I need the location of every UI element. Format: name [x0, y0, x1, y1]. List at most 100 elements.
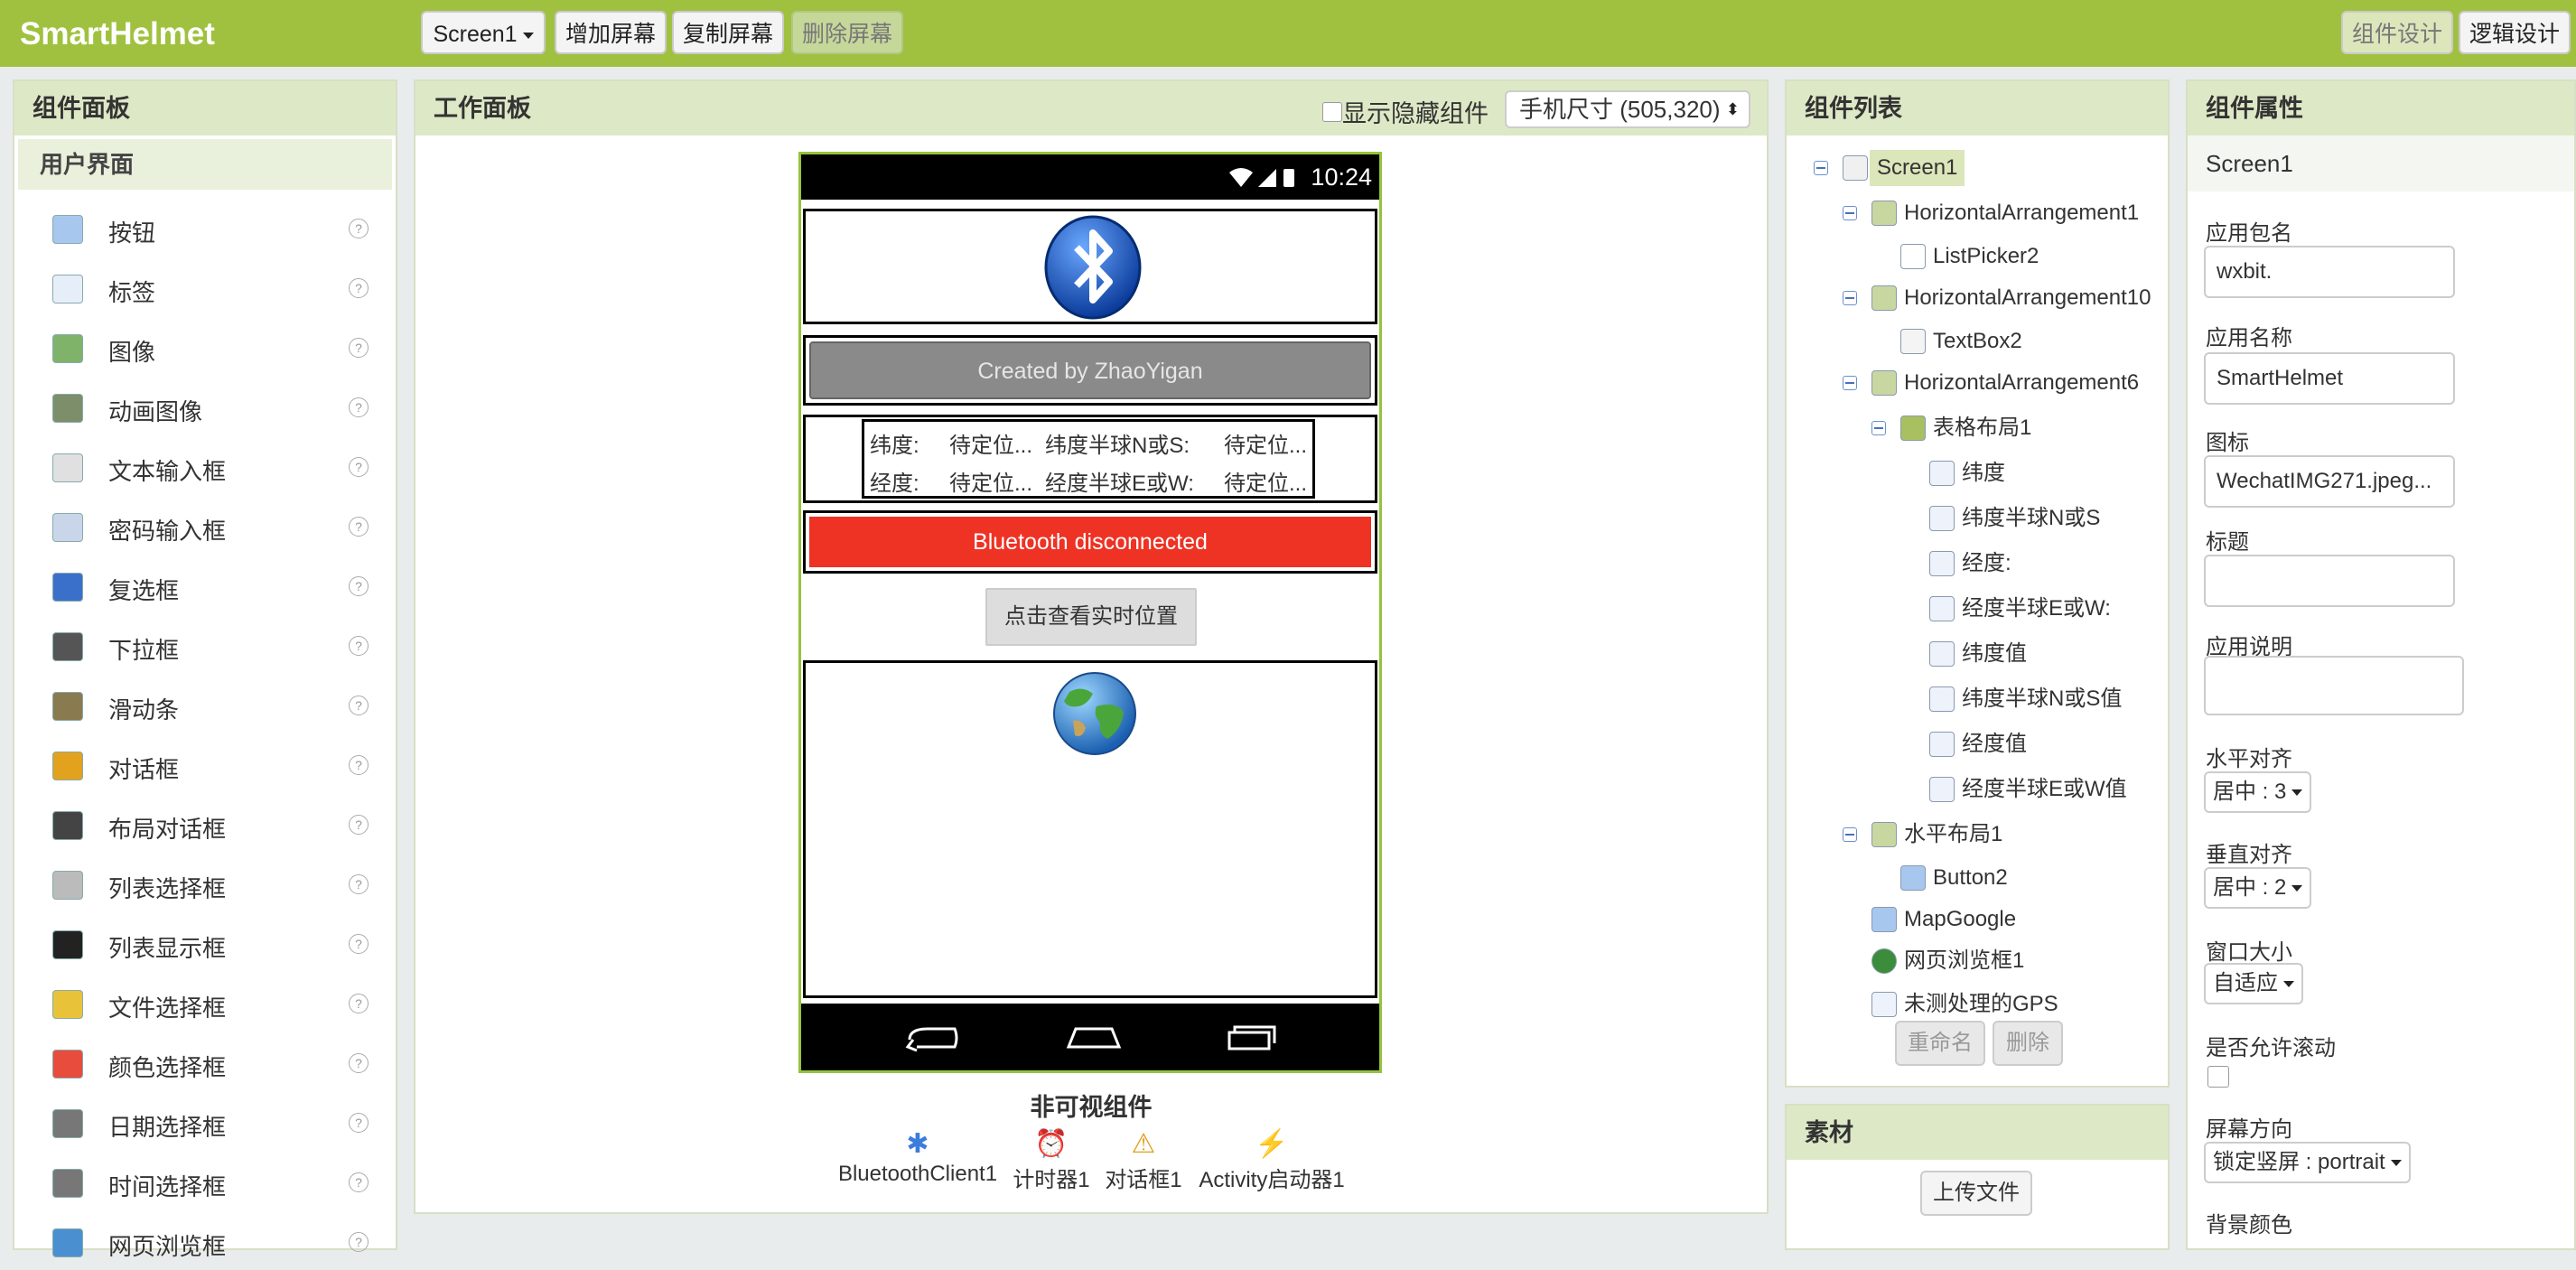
nonvisible-component[interactable]: ⚡ Activity启动器1	[1196, 1127, 1348, 1193]
help-icon[interactable]: ?	[349, 1053, 369, 1073]
palette-item[interactable]: 时间选择框?	[18, 1156, 392, 1210]
help-icon[interactable]: ?	[349, 457, 369, 477]
help-icon[interactable]: ?	[349, 1232, 369, 1252]
help-icon[interactable]: ?	[349, 994, 369, 1013]
help-icon[interactable]: ?	[349, 517, 369, 537]
tree-node[interactable]: 经度半球E或W:	[1962, 591, 2111, 627]
palette-panel: 组件面板 用户界面 按钮? 标签? 图像? 动画图像? 文本输入框? 密码输入框? 复选框?…	[13, 79, 397, 1260]
help-icon[interactable]: ?	[349, 815, 369, 835]
orientation-select[interactable]: 锁定竖屏 : portrait	[2204, 1142, 2411, 1183]
tree-node[interactable]: 表格布局1	[1933, 410, 2031, 446]
help-icon[interactable]: ?	[349, 219, 369, 238]
palette-item-label: 动画图像	[108, 398, 203, 425]
palette-item[interactable]: 列表选择框?	[18, 858, 392, 912]
tree-node[interactable]: ListPicker2	[1933, 238, 2039, 275]
tree-node[interactable]: 未测处理的GPS	[1904, 986, 2058, 1023]
palette-item[interactable]: 文本输入框?	[18, 441, 392, 495]
scroll-checkbox[interactable]	[2207, 1066, 2229, 1088]
tree-node[interactable]: MapGoogle	[1904, 901, 2016, 938]
palette-item[interactable]: 复选框?	[18, 560, 392, 614]
tree-node[interactable]: 纬度半球N或S	[1962, 500, 2100, 537]
palette-item[interactable]: 颜色选择框?	[18, 1037, 392, 1091]
help-icon[interactable]: ?	[349, 874, 369, 894]
palette-item[interactable]: 文件选择框?	[18, 977, 392, 1032]
help-icon[interactable]: ?	[349, 397, 369, 417]
help-icon[interactable]: ?	[349, 934, 369, 954]
collapse-toggle-icon[interactable]	[1843, 827, 1857, 842]
tree-node[interactable]: 经度值	[1962, 726, 2027, 762]
help-icon[interactable]: ?	[349, 576, 369, 596]
collapse-toggle-icon[interactable]	[1814, 161, 1828, 175]
tree-node[interactable]: 纬度值	[1962, 636, 2027, 672]
tree-node[interactable]: 网页浏览框1	[1904, 943, 2024, 979]
palette-item[interactable]: 网页浏览框?	[18, 1216, 392, 1270]
nonvisible-component[interactable]: ⚠ 对话框1	[1104, 1127, 1183, 1193]
help-icon[interactable]: ?	[349, 636, 369, 656]
bt-status-textbox[interactable]: Bluetooth disconnected	[809, 517, 1371, 567]
palette-item[interactable]: 布局对话框?	[18, 798, 392, 853]
copy-screen-button[interactable]: 复制屏幕	[672, 11, 784, 54]
halign-select[interactable]: 居中 : 3	[2204, 771, 2312, 813]
show-hidden-toggle[interactable]: 显示隐藏组件	[1322, 94, 1489, 129]
size-select[interactable]: 自适应	[2204, 963, 2303, 1004]
designer-button[interactable]: 组件设计	[2341, 11, 2453, 54]
palette-item[interactable]: 日期选择框?	[18, 1097, 392, 1151]
help-icon[interactable]: ?	[349, 1113, 369, 1133]
palette-item-label: 复选框	[108, 577, 180, 604]
tree-node[interactable]: Button2	[1933, 860, 2008, 896]
icon-input[interactable]: WechatIMG271.jpeg...	[2204, 455, 2455, 508]
label-icon	[1929, 506, 1955, 531]
package-label: 应用包名	[2206, 221, 2292, 246]
palette-item[interactable]: 动画图像?	[18, 381, 392, 435]
palette-item[interactable]: 下拉框?	[18, 620, 392, 674]
size-label: 窗口大小	[2206, 940, 2292, 965]
palette-item[interactable]: 列表显示框?	[18, 918, 392, 972]
delete-screen-button[interactable]: 删除屏幕	[791, 11, 903, 54]
screen-title-input[interactable]	[2204, 555, 2455, 607]
back-icon	[908, 1027, 958, 1049]
add-screen-button[interactable]: 增加屏幕	[555, 11, 667, 54]
tree-node[interactable]: 纬度半球N或S值	[1962, 681, 2122, 717]
tree-node[interactable]: HorizontalArrangement1	[1904, 195, 2139, 231]
tree-node[interactable]: HorizontalArrangement10	[1904, 280, 2151, 316]
help-icon[interactable]: ?	[349, 755, 369, 775]
created-by-picker[interactable]: Created by ZhaoYigan	[809, 341, 1371, 399]
phone-size-select[interactable]: 手机尺寸 (505,320) ⬍	[1505, 90, 1750, 128]
tree-node[interactable]: 经度半球E或W值	[1962, 771, 2127, 808]
upload-button[interactable]: 上传文件	[1920, 1171, 2032, 1216]
palette-item[interactable]: 标签?	[18, 262, 392, 316]
palette-item[interactable]: 按钮?	[18, 202, 392, 257]
tree-node[interactable]: 水平布局1	[1904, 817, 2002, 853]
delete-component-button[interactable]: 删除	[1993, 1021, 2063, 1066]
palette-item[interactable]: 密码输入框?	[18, 500, 392, 555]
tree-node[interactable]: Screen1	[1870, 150, 1965, 186]
rename-button[interactable]: 重命名	[1895, 1021, 1985, 1066]
tree-node[interactable]: 经度:	[1962, 546, 2011, 582]
locate-button[interactable]: 点击查看实时位置	[985, 588, 1197, 646]
help-icon[interactable]: ?	[349, 278, 369, 298]
show-hidden-label: 显示隐藏组件	[1342, 100, 1489, 127]
valign-select[interactable]: 居中 : 2	[2204, 867, 2312, 909]
help-icon[interactable]: ?	[349, 1172, 369, 1192]
show-hidden-checkbox[interactable]	[1322, 101, 1342, 122]
tree-node[interactable]: HorizontalArrangement6	[1904, 365, 2139, 401]
nonvisible-component[interactable]: ⏰ 计时器1	[1012, 1127, 1091, 1193]
collapse-toggle-icon[interactable]	[1871, 421, 1886, 435]
palette-item[interactable]: 滑动条?	[18, 679, 392, 733]
tree-node[interactable]: TextBox2	[1933, 323, 2022, 360]
tree-node[interactable]: 纬度	[1962, 455, 2005, 491]
palette-item[interactable]: 对话框?	[18, 739, 392, 793]
appname-input[interactable]: SmartHelmet	[2204, 352, 2455, 405]
palette-category[interactable]: 用户界面	[18, 139, 392, 190]
package-input[interactable]: wxbit.	[2204, 246, 2455, 298]
help-icon[interactable]: ?	[349, 338, 369, 358]
blocks-button[interactable]: 逻辑设计	[2459, 11, 2571, 54]
help-icon[interactable]: ?	[349, 696, 369, 715]
screen-select[interactable]: Screen1	[421, 11, 546, 54]
nonvisible-component[interactable]: ✱ BluetoothClient1	[835, 1127, 1001, 1187]
collapse-toggle-icon[interactable]	[1843, 206, 1857, 220]
collapse-toggle-icon[interactable]	[1843, 376, 1857, 390]
collapse-toggle-icon[interactable]	[1843, 291, 1857, 305]
palette-item[interactable]: 图像?	[18, 322, 392, 376]
about-textarea[interactable]	[2204, 656, 2464, 715]
